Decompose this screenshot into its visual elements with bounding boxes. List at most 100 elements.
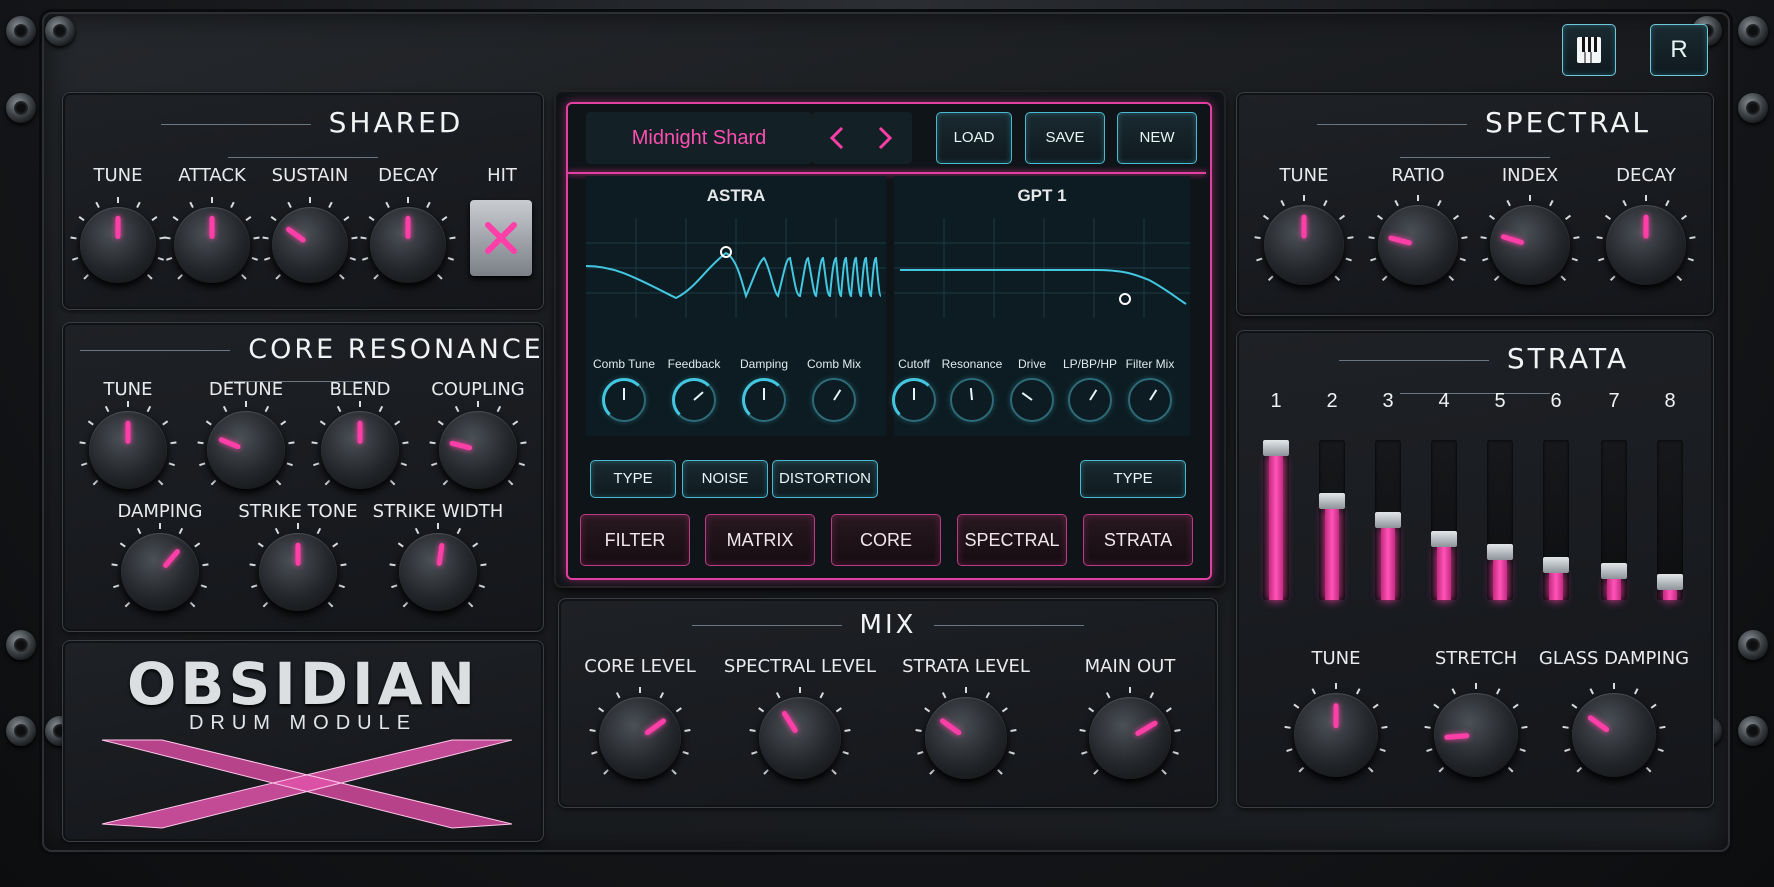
strata-band-handle[interactable] [1375,512,1401,528]
core-knob-4[interactable] [121,533,199,611]
shared-knob-3-label: DECAY [378,165,438,186]
gpt1-knob-4-label: Filter Mix [1125,357,1175,371]
knob-indicator [436,542,445,567]
astra-knob-0[interactable] [602,378,646,422]
type-button-right[interactable]: TYPE [1080,460,1186,498]
keyboard-button[interactable] [1562,24,1616,76]
strata-band-fill [1437,547,1451,600]
strata-band-handle[interactable] [1543,556,1569,573]
screw-icon [1738,630,1768,660]
knob-indicator [1586,714,1611,734]
strata-band-slider[interactable] [1601,440,1627,600]
knob-arc [742,378,786,422]
knob-indicator [162,547,182,569]
strata-band-slider[interactable] [1375,440,1401,600]
hit-button[interactable] [470,200,532,276]
core-knob-3-label: COUPLING [431,379,525,400]
strata-band-fill [1269,456,1283,600]
core-knob-0-label: TUNE [103,379,153,400]
gpt1-knob-3[interactable] [1068,378,1112,422]
shared-knob-0[interactable] [80,207,156,283]
astra-knob-2-label: Damping [739,357,789,371]
spectral-knob-0[interactable] [1264,205,1344,285]
strata-knob-2[interactable] [1572,693,1656,777]
mix-knob-2[interactable] [925,697,1007,779]
mix-knob-3-label: MAIN OUT [1084,656,1176,677]
gpt1-knob-0[interactable] [892,378,936,422]
mix-knob-3[interactable] [1089,697,1171,779]
shared-knob-3[interactable] [370,207,446,283]
piano-keys-icon [1577,37,1601,63]
knob-indicator [357,420,363,444]
screw-icon [6,16,36,46]
core-knob-0[interactable] [89,411,167,489]
tab-strata[interactable]: STRATA [1083,514,1193,566]
load-button[interactable]: LOAD [936,112,1012,164]
knob-indicator [217,436,242,450]
strata-band-handle[interactable] [1601,563,1627,580]
preset-name-display[interactable]: Midnight Shard [586,112,812,164]
mix-title: MIX [558,610,1218,640]
astra-waveform [586,218,886,318]
core-knob-6-label: STRIKE WIDTH [372,501,504,522]
mix-knob-2-label: STRATA LEVEL [902,656,1030,677]
distortion-button[interactable]: DISTORTION [772,460,878,498]
close-x-icon [485,222,517,254]
gpt1-knob-4[interactable] [1128,378,1172,422]
tab-matrix[interactable]: MATRIX [705,514,815,566]
core-knob-3[interactable] [439,411,517,489]
mix-knob-1[interactable] [759,697,841,779]
knob-needle [623,388,625,400]
tab-filter[interactable]: FILTER [580,514,690,566]
core-knob-1[interactable] [207,411,285,489]
shared-knob-2[interactable] [272,207,348,283]
filter-curve [894,218,1190,318]
knob-indicator [295,542,301,566]
tab-spectral[interactable]: SPECTRAL [957,514,1067,566]
strata-band-slider[interactable] [1319,440,1345,600]
strata-band-slider[interactable] [1431,440,1457,600]
strata-band-handle[interactable] [1319,492,1345,509]
strata-band-handle[interactable] [1657,574,1683,591]
strata-knob-1[interactable] [1434,693,1518,777]
type-button-left[interactable]: TYPE [590,460,676,498]
strata-band-fill [1549,572,1563,600]
astra-knob-3[interactable] [812,378,856,422]
strata-band-slider[interactable] [1487,440,1513,600]
strata-band-handle[interactable] [1431,531,1457,548]
strata-knob-0-label: TUNE [1311,648,1361,669]
astra-knob-1[interactable] [672,378,716,422]
shared-knob-1[interactable] [174,207,250,283]
mix-knob-0[interactable] [599,697,681,779]
gpt1-knob-2[interactable] [1010,378,1054,422]
spectral-knob-2[interactable] [1490,205,1570,285]
strata-band-slider[interactable] [1657,440,1683,600]
core-knob-2[interactable] [321,411,399,489]
core-knob-5[interactable] [259,533,337,611]
chevron-left-icon[interactable] [829,126,844,150]
knob-needle [1089,389,1098,401]
spectral-knob-1[interactable] [1378,205,1458,285]
noise-button[interactable]: NOISE [682,460,768,498]
save-button[interactable]: SAVE [1025,112,1105,164]
astra-knob-2[interactable] [742,378,786,422]
strata-band-handle[interactable] [1263,440,1289,456]
knob-indicator [939,717,963,737]
strata-band-slider[interactable] [1263,440,1289,600]
strata-band-fill [1663,590,1677,600]
r-button[interactable]: R [1650,24,1708,76]
spectral-knob-1-label: RATIO [1391,165,1445,186]
new-button[interactable]: NEW [1117,112,1197,164]
core-knob-6[interactable] [399,533,477,611]
knob-indicator [781,710,799,734]
knob-needle [833,389,842,401]
strata-band-number: 6 [1550,390,1562,412]
strata-band-slider[interactable] [1543,440,1569,600]
editor-divider [568,172,1206,174]
spectral-knob-3[interactable] [1606,205,1686,285]
gpt1-knob-1[interactable] [950,378,994,422]
strata-band-handle[interactable] [1487,544,1513,560]
tab-core[interactable]: CORE [831,514,941,566]
chevron-right-icon[interactable] [878,126,893,150]
strata-knob-0[interactable] [1294,693,1378,777]
